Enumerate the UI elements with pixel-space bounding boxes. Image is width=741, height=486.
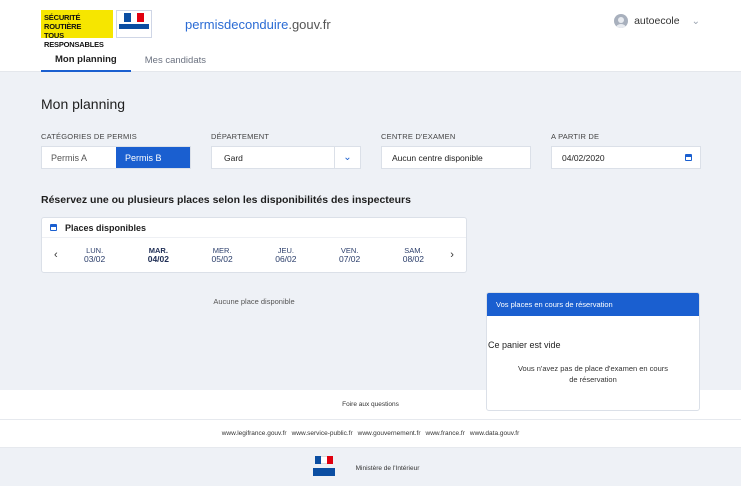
calendar-icon <box>50 224 57 231</box>
days-navigator: ‹ LUN. 03/02 MAR. 04/02 MER. 05/02 JEU. 06/0… <box>42 238 466 272</box>
top-header: SÉCURITÉ ROUTIÈRE TOUS RESPONSABLES perm… <box>0 0 741 49</box>
section-title: Réservez une ou plusieurs places selon l… <box>41 194 411 206</box>
day-column[interactable]: SAM. 08/02 <box>381 246 445 264</box>
securite-routiere-logo[interactable]: SÉCURITÉ ROUTIÈRE TOUS RESPONSABLES <box>41 10 113 49</box>
departement-label: DÉPARTEMENT <box>211 132 270 141</box>
day-column[interactable]: LUN. 03/02 <box>63 246 127 264</box>
main-tabs: Mon planning Mes candidats <box>0 48 741 72</box>
date-field[interactable]: 04/02/2020 <box>551 146 701 169</box>
site-name-domain: .gouv.fr <box>288 16 331 32</box>
tab-mes-candidats[interactable]: Mes candidats <box>131 48 220 72</box>
permis-b-option[interactable]: Permis B <box>116 147 190 168</box>
footer-links: www.legifrance.gouv.fr www.service-publi… <box>0 420 741 448</box>
chevron-down-icon: ⌄ <box>691 15 700 27</box>
tab-mon-planning[interactable]: Mon planning <box>41 48 131 72</box>
permis-a-option[interactable]: Permis A <box>42 147 116 168</box>
departement-select[interactable]: Gard ⌄ <box>211 146 361 169</box>
footer-link[interactable]: www.service-public.fr <box>292 430 353 437</box>
date-label: A PARTIR DE <box>551 132 600 141</box>
main-content: Mon planning CATÉGORIES DE PERMIS Permis… <box>0 72 741 411</box>
cart-empty-message: Vous n'avez pas de place d'examen en cou… <box>517 364 669 384</box>
centre-label: CENTRE D'EXAMEN <box>381 132 456 141</box>
marianne-logo <box>116 10 152 38</box>
footer-ministry: Ministère de l'Intérieur <box>0 448 741 486</box>
day-column[interactable]: JEU. 06/02 <box>254 246 318 264</box>
no-places-message: Aucune place disponible <box>213 297 295 306</box>
day-column-current[interactable]: MAR. 04/02 <box>126 246 190 264</box>
faq-link[interactable]: Foire aux questions <box>342 401 399 408</box>
user-name: autoecole <box>634 15 680 27</box>
centre-value: Aucun centre disponible <box>392 152 483 163</box>
footer-link[interactable]: www.data.gouv.fr <box>470 430 519 437</box>
user-menu[interactable]: autoecole ⌄ <box>614 14 700 28</box>
logo-line-1: SÉCURITÉ ROUTIÈRE <box>44 13 82 31</box>
footer-link[interactable]: www.gouvernement.fr <box>358 430 421 437</box>
chevron-down-icon[interactable]: ⌄ <box>334 147 360 168</box>
day-column[interactable]: MER. 05/02 <box>190 246 254 264</box>
logo-line-2: TOUS RESPONSABLES <box>44 31 104 49</box>
avatar-icon <box>614 14 629 28</box>
chevron-left-icon[interactable]: ‹ <box>49 249 63 261</box>
footer-link[interactable]: www.legifrance.gouv.fr <box>222 430 287 437</box>
places-disponibles-card: Places disponibles ‹ LUN. 03/02 MAR. 04/02… <box>41 217 467 273</box>
cart-title: Vos places en cours de réservation <box>487 293 699 316</box>
ministry-name: Ministère de l'Intérieur <box>355 464 420 472</box>
marianne-footer-logo <box>312 454 336 482</box>
site-name-main: permisdeconduire <box>185 16 289 32</box>
chevron-right-icon[interactable]: › <box>445 249 459 261</box>
day-column[interactable]: VEN. 07/02 <box>318 246 382 264</box>
footer-link[interactable]: www.france.fr <box>426 430 465 437</box>
cart-empty-title: Ce panier est vide <box>488 340 561 350</box>
departement-value: Gard <box>224 152 243 163</box>
permis-category-selector: Permis A Permis B <box>41 146 191 169</box>
page-title: Mon planning <box>41 96 126 112</box>
site-name[interactable]: permisdeconduire.gouv.fr <box>185 17 331 32</box>
date-value: 04/02/2020 <box>562 152 605 163</box>
places-title: Places disponibles <box>65 222 147 233</box>
calendar-icon[interactable] <box>685 154 692 161</box>
centre-examen-field[interactable]: Aucun centre disponible <box>381 146 531 169</box>
reservation-cart: Vos places en cours de réservation Ce pa… <box>486 292 700 411</box>
categories-label: CATÉGORIES DE PERMIS <box>41 132 137 141</box>
filters-row: CATÉGORIES DE PERMIS Permis A Permis B D… <box>41 132 701 169</box>
